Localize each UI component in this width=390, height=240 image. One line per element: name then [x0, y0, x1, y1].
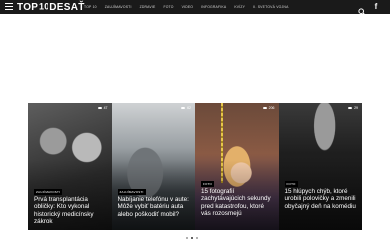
view-count: 206	[262, 106, 275, 110]
eye-icon	[348, 106, 353, 110]
view-count: 47	[97, 106, 108, 110]
search-icon[interactable]	[358, 3, 366, 16]
carousel-dot[interactable]	[196, 237, 198, 239]
nav-item-infografika[interactable]: INFOGRAFIKA	[201, 5, 226, 9]
article-card[interactable]: 47 ZAUJÍMAVOSTI Prvá transplantácia obli…	[28, 103, 112, 230]
category-badge[interactable]: ZAUJÍMAVOSTI	[117, 189, 146, 195]
carousel-dot[interactable]	[191, 237, 193, 239]
main-nav: TOP 10 ZAUJÍMAVOSTI ZDRAVIE FOTO VIDEO I…	[84, 0, 297, 14]
view-count: 29	[348, 106, 358, 110]
nav-item-zdravie[interactable]: ZDRAVIE	[140, 5, 156, 9]
article-card[interactable]: 29 FOTO 15 hlúpych chýb, ktoré urobili p…	[278, 103, 362, 230]
view-count: 62	[181, 106, 191, 110]
nav-item-svetova-vojna[interactable]: II. SVETOVÁ VOJNA	[253, 5, 288, 9]
article-title[interactable]: Prvá transplantácia obličky: Kto vykonal…	[34, 196, 108, 226]
article-card[interactable]: 62 ZAUJÍMAVOSTI Nabíjanie telefónu v aut…	[111, 103, 195, 230]
facebook-icon[interactable]: f	[372, 2, 380, 12]
nav-item-zaujimavosti[interactable]: ZAUJÍMAVOSTI	[105, 5, 132, 9]
svg-text:10: 10	[39, 1, 48, 11]
logo-text-left: TOP	[17, 1, 39, 13]
article-title[interactable]: 15 hlúpych chýb, ktoré urobili polovičky…	[285, 188, 359, 210]
category-badge[interactable]: ZAUJÍMAVOSTI	[34, 189, 63, 195]
eye-icon	[97, 106, 102, 110]
nav-item-video[interactable]: VIDEO	[182, 5, 194, 9]
logo-text-right: DESAŤ	[49, 1, 85, 13]
featured-articles: 47 ZAUJÍMAVOSTI Prvá transplantácia obli…	[28, 103, 362, 230]
site-logo[interactable]: TOP 10 DESAŤ	[17, 1, 85, 13]
logo-ten-mark: 10	[39, 1, 49, 14]
carousel-dot[interactable]	[186, 237, 188, 239]
top-navigation-bar: TOP 10 DESAŤ TOP 10 ZAUJÍMAVOSTI ZDRAVIE…	[0, 0, 390, 16]
carousel-pagination	[186, 237, 198, 239]
eye-icon	[262, 106, 267, 110]
nav-item-foto[interactable]: FOTO	[163, 5, 173, 9]
eye-icon	[181, 106, 186, 110]
article-title[interactable]: Nabíjanie telefónu v aute: Môže vybiť ba…	[118, 196, 192, 218]
article-card[interactable]: 206 FOTO 15 fotografií zachytávajúcich s…	[195, 103, 279, 230]
nav-item-top10[interactable]: TOP 10	[84, 5, 97, 9]
hamburger-icon[interactable]	[5, 3, 13, 11]
article-title[interactable]: 15 fotografií zachytávajúcich sekundy pr…	[201, 188, 275, 218]
nav-item-kvizy[interactable]: KVÍZY	[234, 5, 245, 9]
category-badge[interactable]: FOTO	[201, 181, 215, 187]
category-badge[interactable]: FOTO	[284, 181, 298, 187]
